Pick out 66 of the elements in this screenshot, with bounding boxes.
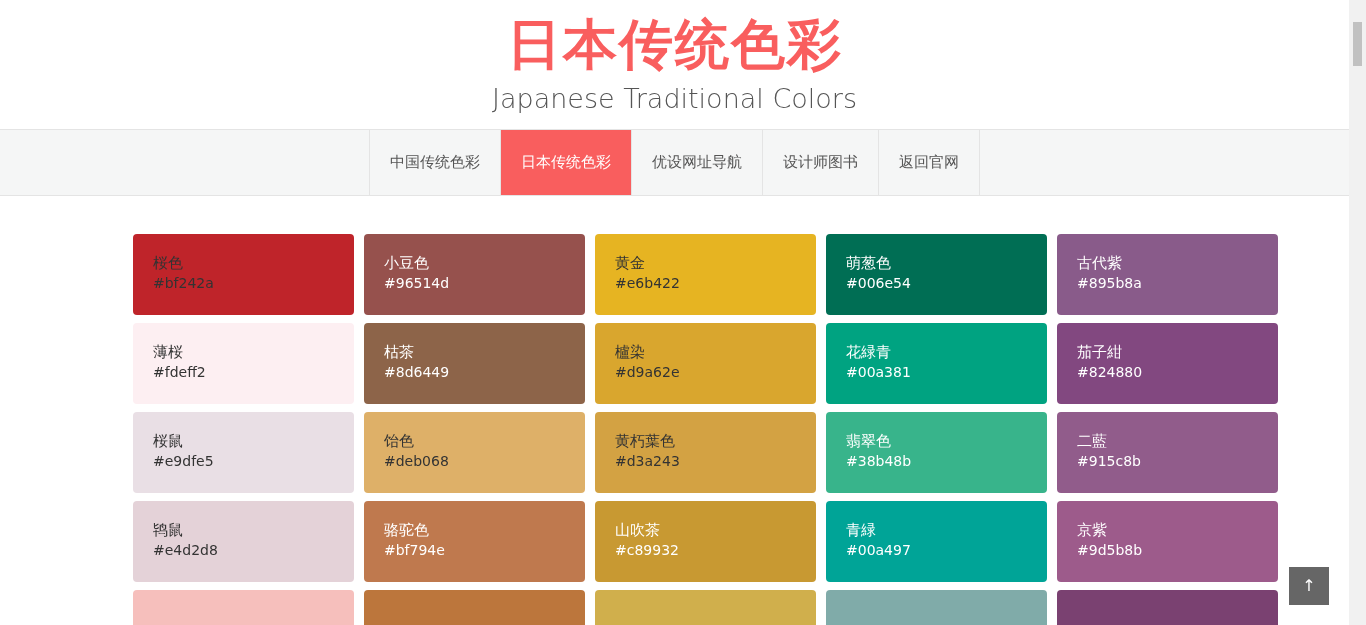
color-swatch[interactable]: 骆驼色 #bf794e: [364, 501, 585, 582]
color-name: 萌葱色: [846, 254, 892, 274]
color-name: 二藍: [1077, 432, 1108, 452]
color-code: #96514d: [384, 273, 451, 292]
color-code: #d3a243: [615, 451, 681, 470]
color-name: 小豆色: [384, 254, 430, 274]
color-name: 花緑青: [846, 343, 892, 363]
page-title: 日本传统色彩: [506, 18, 843, 72]
color-code: #d9a62e: [615, 362, 681, 381]
color-code: #c89932: [615, 540, 680, 559]
color-code: #bf794e: [384, 540, 446, 559]
nav-tab[interactable]: 返回官网: [878, 130, 980, 195]
color-swatch[interactable]: 古代紫 #895b8a: [1057, 234, 1278, 315]
color-code: #38b48b: [846, 451, 913, 470]
color-name: 薄桜: [153, 343, 184, 363]
back-to-top-button[interactable]: ↑: [1289, 567, 1329, 605]
color-swatch[interactable]: 薄桜 #fdeff2: [133, 323, 354, 404]
color-name: 青緑: [846, 521, 877, 541]
color-name: 骆驼色: [384, 521, 430, 541]
nav-tab[interactable]: 设计师图书: [762, 130, 878, 195]
color-name: 山吹茶: [615, 521, 661, 541]
color-swatch[interactable]: 花緑青 #00a381: [826, 323, 1047, 404]
color-swatch[interactable]: 萌葱色 #006e54: [826, 234, 1047, 315]
color-swatch[interactable]: 京紫 #9d5b8b: [1057, 501, 1278, 582]
color-code: #895b8a: [1077, 273, 1143, 292]
color-swatch[interactable]: 小豆色 #96514d: [364, 234, 585, 315]
color-name: 黄金: [615, 254, 646, 274]
color-code: #fdeff2: [153, 362, 207, 381]
color-code: #e4d2d8: [153, 540, 219, 559]
color-swatch[interactable]: 桜鼠 #e9dfe5: [133, 412, 354, 493]
color-swatch[interactable]: 櫨染 #d9a62e: [595, 323, 816, 404]
color-swatch[interactable]: 二藍 #915c8b: [1057, 412, 1278, 493]
color-code: #824880: [1077, 362, 1144, 381]
color-name: 鸨鼠: [153, 521, 184, 541]
color-name: 古代紫: [1077, 254, 1123, 274]
color-swatch[interactable]: 茄子紺 #824880: [1057, 323, 1278, 404]
color-code: #e9dfe5: [153, 451, 215, 470]
page-subtitle: Japanese Traditional Colors: [492, 84, 857, 114]
color-code: #006e54: [846, 273, 912, 292]
color-name: 枯茶: [384, 343, 415, 363]
nav-tab[interactable]: 优设网址导航: [631, 130, 762, 195]
color-swatch[interactable]: 枯茶 #8d6449: [364, 323, 585, 404]
color-code: #915c8b: [1077, 451, 1142, 470]
color-swatch[interactable]: 鸨鼠 #e4d2d8: [133, 501, 354, 582]
color-code: #deb068: [384, 451, 450, 470]
color-code: #9d5b8b: [1077, 540, 1144, 559]
color-swatch[interactable]: 黄朽葉色 #d3a243: [595, 412, 816, 493]
color-name: 桜色: [153, 254, 184, 274]
color-name: 京紫: [1077, 521, 1108, 541]
color-swatch[interactable]: 黄金 #e6b422: [595, 234, 816, 315]
color-swatch[interactable]: 青緑 #00a497: [826, 501, 1047, 582]
color-code: #bf242a: [153, 273, 215, 292]
color-code: #8d6449: [384, 362, 451, 381]
scrollbar[interactable]: [1349, 0, 1366, 625]
color-name: 翡翠色: [846, 432, 892, 452]
color-name: 櫨染: [615, 343, 646, 363]
color-code: #00a497: [846, 540, 912, 559]
color-name: 桜鼠: [153, 432, 184, 452]
color-name: 茄子紺: [1077, 343, 1123, 363]
color-code: #e6b422: [615, 273, 681, 292]
scrollbar-thumb[interactable]: [1353, 22, 1362, 66]
nav-tab[interactable]: 日本传统色彩: [500, 130, 631, 195]
color-name: 饴色: [384, 432, 415, 452]
color-swatch[interactable]: 饴色 #deb068: [364, 412, 585, 493]
color-name: 黄朽葉色: [615, 432, 676, 452]
color-code: #00a381: [846, 362, 912, 381]
